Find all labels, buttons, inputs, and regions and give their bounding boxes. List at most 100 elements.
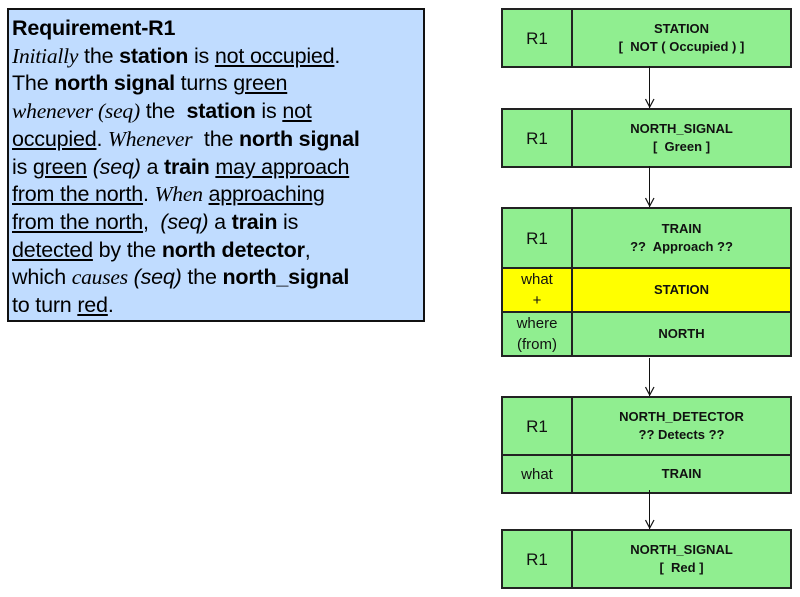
requirement-line: Initially the station is not occupied. xyxy=(12,43,420,71)
condition: may approach xyxy=(215,154,350,179)
node-header-row: R1 NORTH_DETECTOR ?? Detects ?? xyxy=(503,398,790,454)
node-content: TRAIN xyxy=(573,456,790,492)
term: north_signal xyxy=(222,265,350,290)
condition: occupied xyxy=(12,126,97,151)
requirement-line: is green (seq) a train may approach xyxy=(12,154,420,182)
requirement-line: from the north. When approaching xyxy=(12,181,420,209)
text-segment: is xyxy=(277,209,299,234)
requirement-id: R1 xyxy=(503,531,573,587)
attribute-label: what + xyxy=(503,269,573,311)
flow-node: R1 STATION [ NOT ( Occupied ) ] xyxy=(501,8,792,68)
condition: green xyxy=(32,154,87,179)
flow-arrow xyxy=(645,358,655,396)
node-attribute-row: what TRAIN xyxy=(503,454,790,492)
term: station xyxy=(186,99,256,124)
entity-name: TRAIN xyxy=(661,466,702,481)
text-segment: to turn xyxy=(12,293,78,318)
requirement-id: R1 xyxy=(503,110,573,166)
text-segment: , xyxy=(143,209,161,234)
text-segment: . xyxy=(334,43,341,68)
requirement-id: R1 xyxy=(503,398,573,454)
node-header-row: R1 TRAIN ?? Approach ?? xyxy=(503,209,790,267)
entity-name: STATION xyxy=(653,282,710,297)
text-segment: is xyxy=(255,99,283,124)
entity-name: TRAIN xyxy=(661,221,702,236)
node-header-row: R1 NORTH_SIGNAL [ Green ] xyxy=(503,110,790,166)
requirement-box: Requirement-R1 Initially the station is … xyxy=(7,8,425,322)
text-segment: , xyxy=(304,237,311,262)
condition: from the north xyxy=(12,182,144,207)
node-header-row: R1 STATION [ NOT ( Occupied ) ] xyxy=(503,10,790,66)
entity-state: [ Green ] xyxy=(652,139,711,154)
entity-name: NORTH_SIGNAL xyxy=(630,121,733,136)
text-segment: turns xyxy=(174,71,234,96)
entity-state: ?? Detects ?? xyxy=(638,427,725,442)
keyword: When xyxy=(154,182,203,207)
requirement-title: Requirement-R1 xyxy=(12,16,176,40)
node-header-row: R1 NORTH_SIGNAL [ Red ] xyxy=(503,531,790,587)
text-segment: a xyxy=(208,209,232,234)
arrowhead-icon xyxy=(645,386,655,396)
term: train xyxy=(163,154,210,179)
flow-node: R1 NORTH_SIGNAL [ Green ] xyxy=(501,108,792,168)
entity-state: [ NOT ( Occupied ) ] xyxy=(618,39,745,54)
term: train xyxy=(231,209,278,234)
flow-arrow xyxy=(645,166,655,207)
condition: not xyxy=(282,99,312,124)
node-attribute-row: what + STATION xyxy=(503,267,790,311)
text-segment: the xyxy=(78,43,120,68)
text-segment: the xyxy=(139,99,187,124)
text-segment: . xyxy=(96,126,109,151)
keyword: Whenever xyxy=(108,126,193,151)
flow-arrow xyxy=(645,66,655,108)
condition: red xyxy=(77,293,108,318)
requirement-text: Initially the station is not occupied. Th… xyxy=(12,43,420,320)
attribute-label: what xyxy=(503,456,573,492)
entity-state: [ Red ] xyxy=(659,560,704,575)
entity-name: STATION xyxy=(653,21,710,36)
keyword: (seq) xyxy=(160,209,209,234)
text-segment: is xyxy=(188,43,215,68)
requirement-line: which causes (seq) the north_signal xyxy=(12,264,420,292)
text-segment: the xyxy=(192,126,239,151)
node-attribute-row: where (from) NORTH xyxy=(503,311,790,355)
condition: not occupied xyxy=(214,43,335,68)
flow-node: R1 TRAIN ?? Approach ?? what + STATION where … xyxy=(501,207,792,357)
text-segment: . xyxy=(107,293,114,318)
condition: approaching xyxy=(208,182,325,207)
condition: detected xyxy=(12,237,93,262)
requirement-line: from the north, (seq) a train is xyxy=(12,209,420,237)
text-segment: The xyxy=(12,71,55,96)
term: station xyxy=(119,43,189,68)
condition: from the north xyxy=(12,209,144,234)
requirement-line: whenever (seq) the station is not xyxy=(12,98,420,126)
requirement-line: to turn red. xyxy=(12,292,420,320)
entity-name: NORTH xyxy=(658,326,705,341)
node-content: STATION [ NOT ( Occupied ) ] xyxy=(573,10,790,66)
requirement-line: The north signal turns green xyxy=(12,70,420,98)
keyword: Initially xyxy=(12,43,79,68)
flow-node: R1 NORTH_SIGNAL [ Red ] xyxy=(501,529,792,589)
text-segment: by the xyxy=(92,237,162,262)
node-content: TRAIN ?? Approach ?? xyxy=(573,209,790,267)
flow-arrow xyxy=(645,490,655,529)
term: north signal xyxy=(54,71,175,96)
term: north detector xyxy=(161,237,305,262)
requirement-line: occupied. Whenever the north signal xyxy=(12,126,420,154)
text-segment: . xyxy=(143,182,155,207)
arrowhead-icon xyxy=(645,98,655,108)
node-content: NORTH_SIGNAL [ Red ] xyxy=(573,531,790,587)
keyword: causes xyxy=(71,265,128,290)
condition: green xyxy=(233,71,288,96)
node-content: NORTH_DETECTOR ?? Detects ?? xyxy=(573,398,790,454)
node-content: NORTH xyxy=(573,313,790,355)
flow-node: R1 NORTH_DETECTOR ?? Detects ?? what TRAIN xyxy=(501,396,792,494)
requirement-line: detected by the north detector, xyxy=(12,237,420,265)
requirement-id: R1 xyxy=(503,209,573,267)
attribute-label: where (from) xyxy=(503,313,573,355)
arrowhead-icon xyxy=(645,519,655,529)
requirement-id: R1 xyxy=(503,10,573,66)
node-content: STATION xyxy=(573,269,790,311)
entity-name: NORTH_DETECTOR xyxy=(619,409,744,424)
keyword: whenever (seq) xyxy=(12,99,140,124)
